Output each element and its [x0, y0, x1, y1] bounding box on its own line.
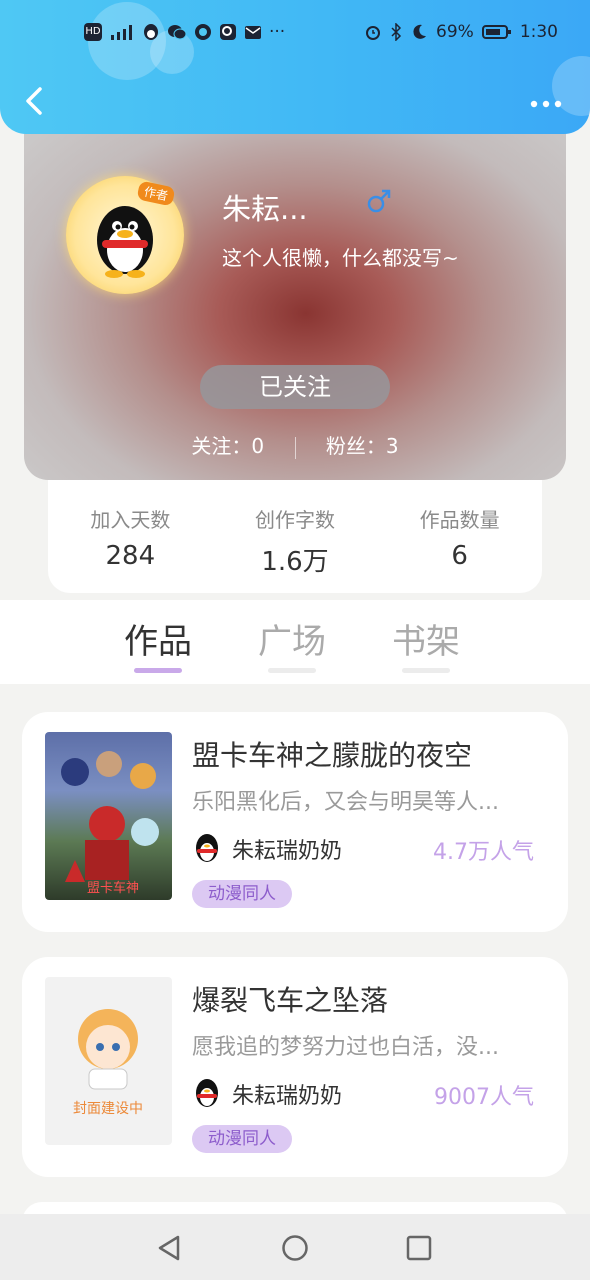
divider [294, 436, 296, 459]
popularity: 4.7万人气 [433, 840, 534, 865]
author-name: 朱耘瑞奶奶 [232, 839, 343, 864]
user-bio: 这个人很懒，什么都没写~ [222, 246, 459, 270]
author-name: 朱耘瑞奶奶 [232, 1084, 343, 1109]
nav-back-icon[interactable] [156, 1234, 182, 1262]
tab-label: 广场 [258, 622, 326, 662]
follow-counts: 关注：0 粉丝：3 [0, 430, 590, 459]
search-app-icon [220, 24, 236, 40]
clock: 1:30 [519, 22, 558, 42]
stat-label: 创作字数 [255, 508, 335, 532]
genre-tag[interactable]: 动漫同人 [192, 1125, 292, 1153]
tab-indicator [268, 668, 316, 673]
work-card[interactable]: 盟卡车神 盟卡车神之朦胧的夜空 乐阳黑化后，又会与明昊等人... 朱耘瑞奶奶 4… [22, 712, 568, 932]
wechat-icon [168, 25, 187, 40]
stat-value: 1.6万 [261, 547, 329, 577]
book-cover[interactable]: 封面建设中 [45, 977, 172, 1145]
stat-word-count: 创作字数 1.6万 [213, 480, 378, 593]
tab-bookshelf[interactable]: 书架 [392, 614, 460, 673]
work-card[interactable]: 封面建设中 爆裂飞车之坠落 愿我追的梦努力过也白活，没... 朱耘瑞奶奶 900… [22, 957, 568, 1177]
popularity: 9007人气 [434, 1085, 534, 1110]
tab-indicator [134, 668, 182, 673]
stat-value: 284 [105, 541, 156, 571]
stat-join-days: 加入天数 284 [48, 480, 213, 593]
cover-art-icon: 盟卡车神 [61, 751, 159, 896]
placeholder-cover-icon: 封面建设中 [73, 1009, 143, 1117]
status-bar: HD ··· 69% 1:30 [0, 22, 590, 48]
moon-icon [413, 24, 427, 39]
tab-plaza[interactable]: 广场 [258, 614, 326, 673]
stats-panel: 加入天数 284 创作字数 1.6万 作品数量 6 [48, 480, 542, 593]
work-description: 乐阳黑化后，又会与明昊等人... [192, 790, 499, 815]
nav-home-icon[interactable] [281, 1234, 309, 1262]
tab-indicator [402, 668, 450, 673]
tab-label: 作品 [124, 622, 192, 662]
qq-icon [144, 24, 158, 40]
avatar[interactable]: 作者 [66, 176, 184, 294]
battery-percent: 69% [436, 22, 474, 42]
user-name: 朱耘... [222, 192, 308, 226]
book-cover[interactable]: 盟卡车神 [45, 732, 172, 900]
work-description: 愿我追的梦努力过也白活，没... [192, 1035, 499, 1060]
work-author[interactable]: 朱耘瑞奶奶 [192, 1077, 342, 1111]
stat-works-count: 作品数量 6 [377, 480, 542, 593]
male-icon [366, 188, 392, 218]
svg-text:封面建设中: 封面建设中 [73, 1101, 143, 1117]
fans-count[interactable]: 粉丝：3 [326, 434, 399, 458]
work-title[interactable]: 爆裂飞车之坠落 [192, 979, 388, 1019]
tab-works[interactable]: 作品 [124, 614, 192, 673]
top-bar: HD ··· 69% 1:30 [0, 0, 590, 134]
work-title[interactable]: 盟卡车神之朦胧的夜空 [192, 734, 472, 774]
system-nav-bar [0, 1214, 590, 1280]
alarm-icon [366, 26, 381, 40]
mail-icon [245, 26, 261, 39]
following-count[interactable]: 关注：0 [191, 434, 264, 458]
bluetooth-icon [391, 23, 402, 41]
stat-value: 6 [451, 541, 468, 571]
browser-icon [195, 24, 211, 40]
genre-tag[interactable]: 动漫同人 [192, 880, 292, 908]
nav-recents-icon[interactable] [406, 1235, 432, 1261]
work-author[interactable]: 朱耘瑞奶奶 [192, 832, 342, 866]
back-icon[interactable] [22, 86, 48, 116]
profile-header-background [24, 110, 566, 480]
stat-label: 加入天数 [90, 508, 171, 532]
svg-text:盟卡车神: 盟卡车神 [87, 880, 139, 896]
tab-label: 书架 [392, 622, 460, 662]
hd-icon: HD [84, 23, 102, 41]
signal-icon [111, 25, 132, 40]
follow-button[interactable]: 已关注 [200, 365, 390, 409]
author-avatar-icon [196, 1079, 218, 1107]
battery-icon [481, 25, 511, 39]
tab-bar: 作品 广场 书架 [0, 600, 590, 684]
more-notifications: ··· [269, 22, 286, 42]
more-icon[interactable] [530, 100, 562, 108]
stat-label: 作品数量 [419, 508, 500, 532]
author-avatar-icon [196, 834, 218, 862]
